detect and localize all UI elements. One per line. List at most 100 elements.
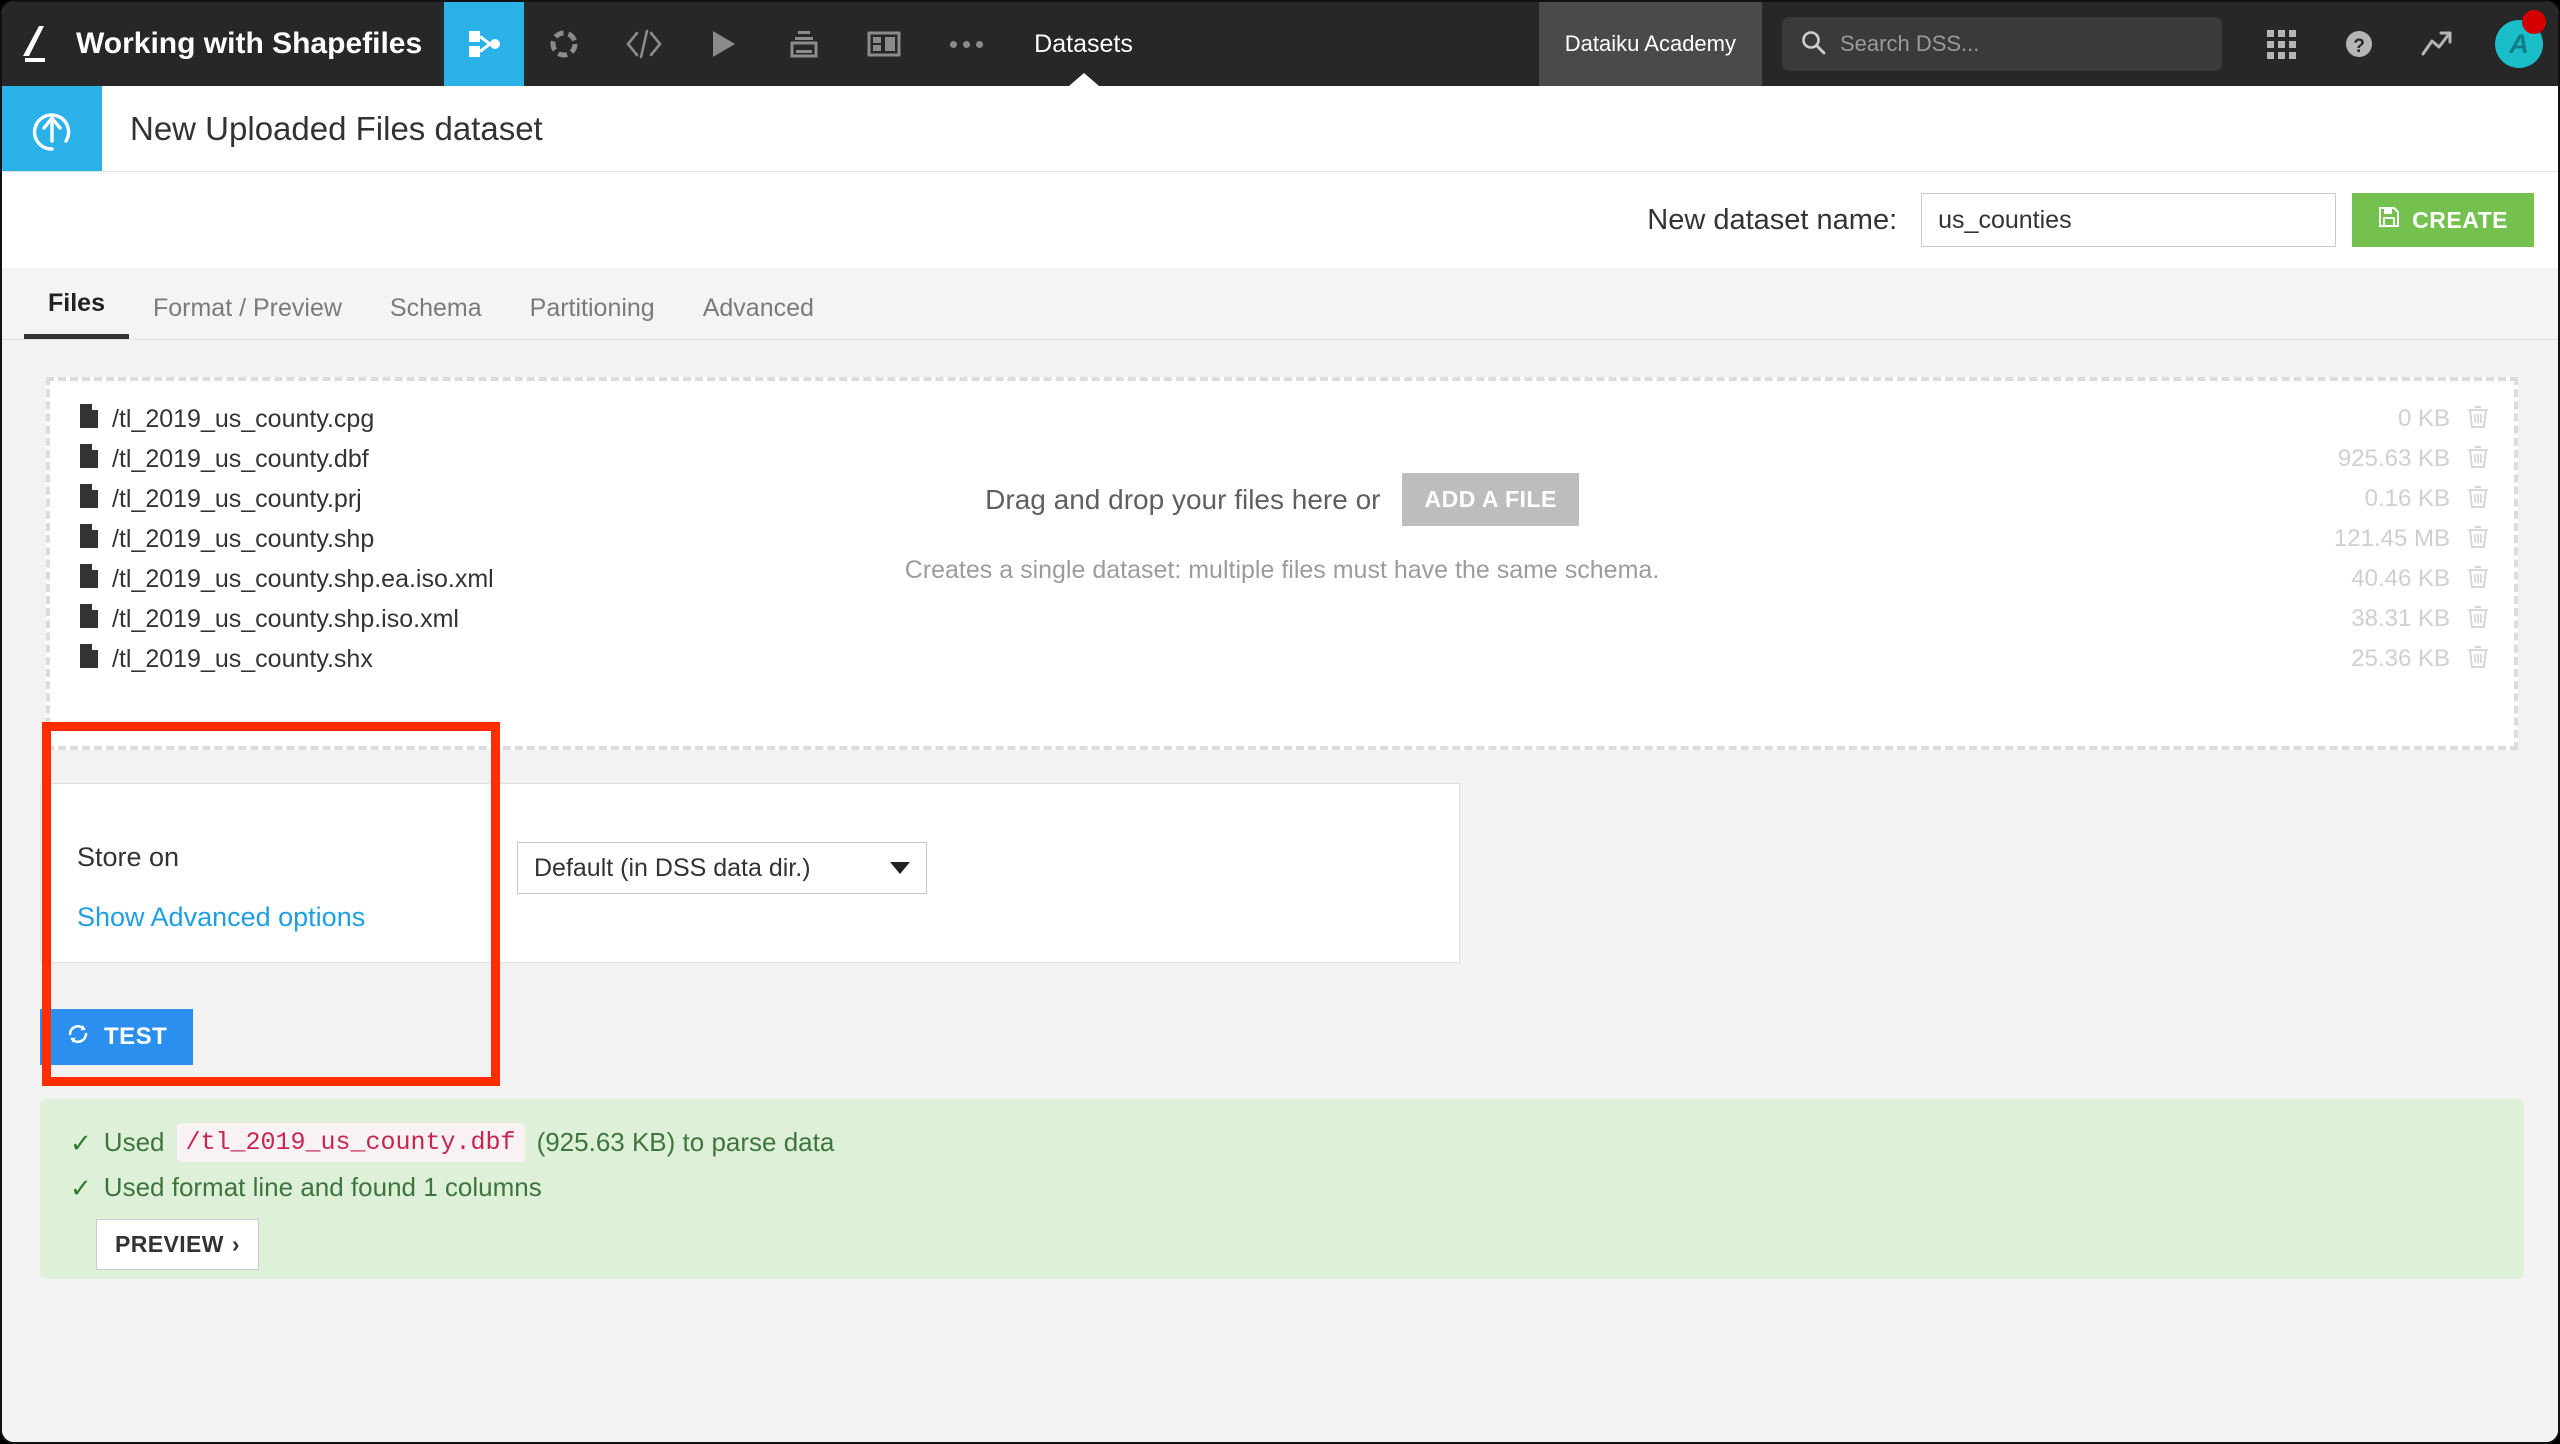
- test-button[interactable]: TEST: [40, 1009, 194, 1065]
- file-name: /tl_2019_us_county.shp.ea.iso.xml: [112, 564, 494, 593]
- list-item[interactable]: /tl_2019_us_county.dbf: [78, 439, 494, 479]
- top-nav-right: Dataiku Academy Search DSS... ? A: [1538, 2, 2558, 86]
- table-row: 38.31 KB: [2351, 599, 2490, 639]
- dataiku-academy-button[interactable]: Dataiku Academy: [1538, 2, 1762, 86]
- more-dots-icon[interactable]: [924, 2, 1008, 86]
- dashboards-icon[interactable]: [844, 2, 924, 86]
- chevron-down-icon: [890, 862, 910, 874]
- tab-schema[interactable]: Schema: [366, 294, 506, 339]
- dataiku-logo-icon[interactable]: [2, 2, 76, 86]
- trend-up-icon[interactable]: [2398, 2, 2476, 86]
- tab-files[interactable]: Files: [24, 289, 129, 339]
- file-icon: [78, 483, 100, 516]
- notification-badge-icon[interactable]: [2522, 10, 2546, 34]
- file-size: 925.63 KB: [2337, 445, 2450, 472]
- dropzone-subtitle: Creates a single dataset: multiple files…: [904, 556, 1660, 584]
- preview-button[interactable]: PREVIEW ›: [96, 1219, 259, 1270]
- file-size: 0 KB: [2397, 405, 2450, 432]
- trash-icon[interactable]: [2466, 523, 2490, 556]
- store-on-select[interactable]: Default (in DSS data dir.): [517, 842, 927, 894]
- help-icon[interactable]: ?: [2320, 2, 2398, 86]
- file-icon: [78, 643, 100, 676]
- result-line-2: ✓ Used format line and found 1 columns: [70, 1172, 2494, 1203]
- search-input[interactable]: [1840, 31, 2204, 57]
- file-name: /tl_2019_us_county.prj: [112, 484, 362, 513]
- project-nav-icons: [444, 2, 924, 86]
- jobs-icon[interactable]: [764, 2, 844, 86]
- list-item[interactable]: /tl_2019_us_county.cpg: [78, 399, 494, 439]
- file-list: /tl_2019_us_county.cpg /tl_2019_us_count…: [78, 399, 494, 679]
- trash-icon[interactable]: [2466, 643, 2490, 676]
- file-size: 0.16 KB: [2364, 485, 2450, 512]
- file-size: 121.45 MB: [2333, 525, 2450, 552]
- list-item[interactable]: /tl_2019_us_county.prj: [78, 479, 494, 519]
- result-suffix: (925.63 KB) to parse data: [536, 1127, 835, 1157]
- svg-text:?: ?: [2353, 36, 2365, 57]
- tab-partitioning[interactable]: Partitioning: [506, 294, 679, 339]
- upload-arrow-icon: [2, 86, 102, 171]
- flow-icon[interactable]: [444, 2, 525, 86]
- result-columns-text: Used format line and found 1 columns: [103, 1172, 542, 1202]
- page-title: New Uploaded Files dataset: [130, 109, 543, 147]
- file-name: /tl_2019_us_county.cpg: [112, 404, 375, 433]
- tab-advanced[interactable]: Advanced: [679, 294, 838, 339]
- file-name: /tl_2019_us_county.shp: [112, 524, 375, 553]
- test-result-box: ✓ Used /tl_2019_us_county.dbf (925.63 KB…: [40, 1099, 2524, 1279]
- file-dropzone[interactable]: /tl_2019_us_county.cpg /tl_2019_us_count…: [46, 377, 2518, 750]
- file-size-list: 0 KB 925.63 KB 0.16 KB 121.45 MB 40.46 K…: [2334, 399, 2490, 679]
- save-disk-icon: [2378, 206, 2400, 234]
- trash-icon[interactable]: [2466, 443, 2490, 476]
- result-filename: /tl_2019_us_county.dbf: [176, 1123, 525, 1162]
- file-name: /tl_2019_us_county.dbf: [112, 444, 369, 473]
- lab-icon[interactable]: [524, 2, 604, 86]
- result-prefix: Used: [103, 1127, 165, 1157]
- file-icon: [78, 523, 100, 556]
- refresh-icon: [66, 1022, 90, 1053]
- file-size: 38.31 KB: [2351, 605, 2450, 632]
- file-icon: [78, 563, 100, 596]
- nav-section-datasets[interactable]: Datasets: [1008, 2, 1159, 86]
- table-row: 121.45 MB: [2334, 519, 2490, 559]
- avatar[interactable]: A: [2476, 2, 2558, 86]
- show-advanced-options-link[interactable]: Show Advanced options: [77, 902, 365, 933]
- list-item[interactable]: /tl_2019_us_county.shp.iso.xml: [78, 599, 494, 639]
- create-button-label: CREATE: [2412, 206, 2508, 233]
- trash-icon[interactable]: [2466, 403, 2490, 436]
- dataset-tabs: Files Format / Preview Schema Partitioni…: [2, 268, 2558, 340]
- active-section-caret-icon: [1068, 73, 1099, 86]
- list-item[interactable]: /tl_2019_us_county.shx: [78, 639, 494, 679]
- store-on-label: Store on: [77, 842, 180, 872]
- dataset-name-input[interactable]: [1921, 193, 2337, 247]
- list-item[interactable]: /tl_2019_us_county.shp: [78, 519, 494, 559]
- list-item[interactable]: /tl_2019_us_county.shp.ea.iso.xml: [78, 559, 494, 599]
- top-navigation-bar: Working with Shapefiles Datasets Dataiku…: [2, 2, 2558, 86]
- dropzone-prompt-text: Drag and drop your files here or: [985, 483, 1381, 515]
- code-icon[interactable]: [604, 2, 684, 86]
- trash-icon[interactable]: [2466, 563, 2490, 596]
- apps-grid-icon[interactable]: [2242, 2, 2320, 86]
- trash-icon[interactable]: [2466, 603, 2490, 636]
- dataset-name-bar: New dataset name: CREATE: [2, 172, 2558, 268]
- table-row: 0 KB: [2398, 399, 2490, 439]
- create-button[interactable]: CREATE: [2352, 193, 2534, 247]
- file-icon: [78, 603, 100, 636]
- table-row: 925.63 KB: [2338, 439, 2490, 479]
- trash-icon[interactable]: [2466, 483, 2490, 516]
- test-button-label: TEST: [104, 1023, 168, 1050]
- dss-window: Working with Shapefiles Datasets Dataiku…: [0, 0, 2560, 1444]
- nav-section-label: Datasets: [1034, 29, 1133, 58]
- chevron-right-icon: ›: [231, 1231, 240, 1257]
- file-name: /tl_2019_us_county.shx: [112, 644, 373, 673]
- main-content: /tl_2019_us_county.cpg /tl_2019_us_count…: [2, 341, 2558, 1442]
- add-a-file-button[interactable]: ADD A FILE: [1402, 473, 1579, 526]
- check-icon: ✓: [70, 1172, 92, 1203]
- preview-button-label: PREVIEW: [115, 1231, 224, 1257]
- dataset-name-label: New dataset name:: [1647, 203, 1898, 236]
- tab-format-preview[interactable]: Format / Preview: [129, 294, 366, 339]
- result-line-1: ✓ Used /tl_2019_us_county.dbf (925.63 KB…: [70, 1123, 2494, 1162]
- project-name[interactable]: Working with Shapefiles: [76, 2, 444, 86]
- page-header: New Uploaded Files dataset: [2, 86, 2558, 172]
- check-icon: ✓: [70, 1127, 92, 1158]
- search-box[interactable]: [1782, 17, 2222, 71]
- scenarios-icon[interactable]: [684, 2, 764, 86]
